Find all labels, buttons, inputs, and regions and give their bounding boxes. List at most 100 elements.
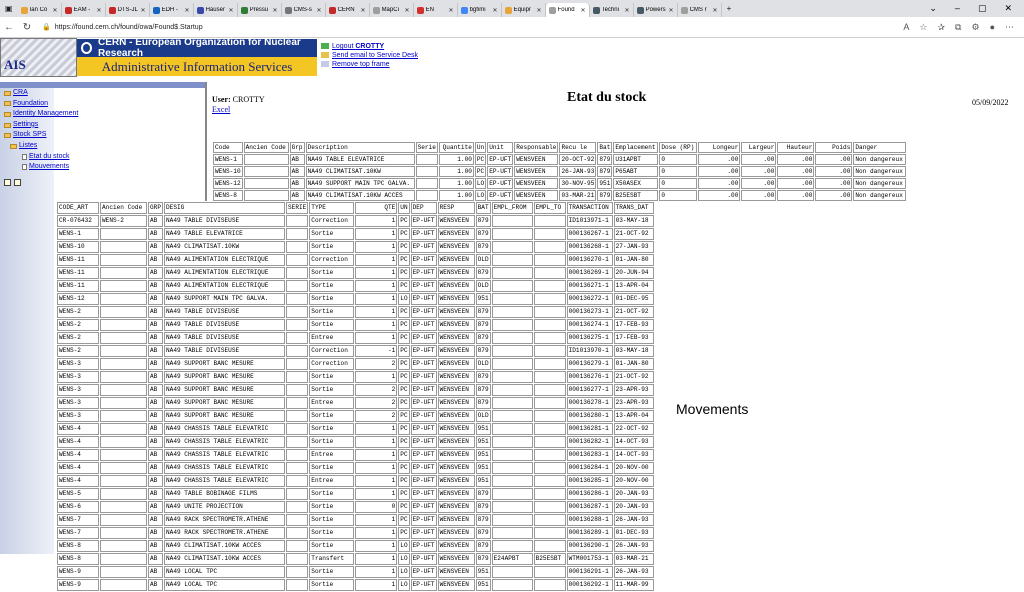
chevron-down-icon[interactable]: ⌄	[929, 3, 937, 14]
favorites-icon[interactable]: ✰	[938, 22, 946, 33]
tree-link-foundation[interactable]: Foundation	[13, 99, 48, 110]
column-header: EMPL_FROM	[491, 202, 533, 214]
browser-tab[interactable]: EN ✕	[414, 3, 458, 17]
table-cell: Sortie	[309, 527, 355, 539]
browser-tab[interactable]: Ian Co ✕	[18, 3, 62, 17]
tree-item-mouvements[interactable]: Mouvements	[4, 162, 78, 173]
browser-tab[interactable]: MapCi ✕	[370, 3, 414, 17]
table-cell: LO	[398, 540, 410, 552]
tab-close-icon[interactable]: ✕	[361, 7, 366, 14]
browser-tab[interactable]: CERN ✕	[326, 3, 370, 17]
tree-link-cra[interactable]: CRA	[13, 88, 28, 99]
collapse-all-icon[interactable]	[14, 178, 21, 186]
profile-avatar[interactable]: ●	[990, 22, 995, 33]
tree-link-settings[interactable]: Settings	[13, 120, 38, 131]
extensions-icon[interactable]: ⚙	[971, 22, 979, 33]
table-cell: WENSVEEN	[437, 462, 475, 474]
column-header: Responsable	[514, 142, 559, 153]
tree-item-identity[interactable]: Identity Management	[4, 109, 78, 120]
url-field[interactable]: 🔒 https://found.cern.ch/found/owa/Found$…	[42, 23, 903, 32]
minimize-button[interactable]: –	[955, 3, 960, 14]
table-cell: 879	[475, 267, 491, 279]
tab-close-icon[interactable]: ✕	[713, 7, 718, 14]
browser-tab[interactable]: Hauser ✕	[194, 3, 238, 17]
tab-close-icon[interactable]: ✕	[537, 7, 542, 14]
tree-item-stock[interactable]: Stock SPS	[4, 130, 78, 141]
new-tab-button[interactable]: +	[722, 4, 737, 13]
tab-label: Pressu	[249, 7, 269, 13]
table-cell: NA49 CHASSIS TABLE ELEVATRIC	[164, 436, 285, 448]
remove-frame-link[interactable]: Remove top frame	[321, 60, 418, 69]
table-cell: AB	[148, 462, 163, 474]
browser-tab[interactable]: Techni ✕	[590, 3, 634, 17]
table-cell: WENS-8	[57, 540, 99, 552]
reload-button[interactable]: ↻	[18, 22, 36, 33]
table-cell: Sortie	[309, 488, 355, 500]
browser-tab[interactable]: DTS-JL ✕	[106, 3, 150, 17]
table-cell: .00	[698, 178, 741, 189]
tab-close-icon[interactable]: ✕	[405, 7, 410, 14]
tree-item-settings[interactable]: Settings	[4, 120, 78, 131]
browser-tab[interactable]: Powers ✕	[634, 3, 678, 17]
table-cell: NA49 SUPPORT BANC MESURE	[164, 371, 285, 383]
tree-link-etat[interactable]: Etat du stock	[29, 152, 69, 163]
table-cell	[491, 475, 533, 487]
service-desk-link[interactable]: Send email to Service Desk	[321, 51, 418, 60]
back-button[interactable]: ←	[0, 22, 18, 33]
tree-link-mouvements[interactable]: Mouvements	[29, 162, 69, 173]
tab-close-icon[interactable]: ✕	[273, 7, 278, 14]
browser-tab[interactable]: Pressu ✕	[238, 3, 282, 17]
tree-item-cra[interactable]: CRA	[4, 88, 78, 99]
tab-close-icon[interactable]: ✕	[141, 7, 146, 14]
tab-close-icon[interactable]: ✕	[581, 7, 586, 14]
tab-close-icon[interactable]: ✕	[97, 7, 102, 14]
table-cell: 1	[355, 540, 398, 552]
table-cell: 000136289-1	[566, 527, 613, 539]
browser-tab[interactable]: EAM - ✕	[62, 3, 106, 17]
collections-icon[interactable]: ⧉	[955, 22, 961, 33]
table-cell: 000136288-1	[566, 514, 613, 526]
maximize-button[interactable]: ▢	[978, 3, 987, 14]
tree-item-foundation[interactable]: Foundation	[4, 99, 78, 110]
window-menu-icon[interactable]: ▣	[0, 4, 18, 13]
logout-link[interactable]: Logout CROTTY	[321, 42, 418, 51]
tab-close-icon[interactable]: ✕	[317, 7, 322, 14]
read-aloud-icon[interactable]: A	[903, 22, 909, 33]
tab-close-icon[interactable]: ✕	[669, 7, 674, 14]
table-cell: 26-JAN-93	[613, 540, 654, 552]
table-row: WENS-7 AB NA49 RACK SPECTROMETR.ATHENE Sort…	[57, 514, 654, 526]
tree-link-listes[interactable]: Listes	[19, 141, 37, 152]
tab-close-icon[interactable]: ✕	[229, 7, 234, 14]
tree-link-stock[interactable]: Stock SPS	[13, 130, 46, 141]
table-cell	[286, 436, 309, 448]
browser-tab[interactable]: Equipr ✕	[502, 3, 546, 17]
more-menu-icon[interactable]: ⋯	[1005, 22, 1014, 33]
table-cell: 000136278-1	[566, 397, 613, 409]
table-cell: OLD	[475, 358, 491, 370]
tab-close-icon[interactable]: ✕	[625, 7, 630, 14]
tree-item-etat[interactable]: Etat du stock	[4, 152, 78, 163]
tree-link-identity[interactable]: Identity Management	[13, 109, 78, 120]
table-cell	[100, 540, 147, 552]
browser-tab[interactable]: bgfimi ✕	[458, 3, 502, 17]
browser-tab[interactable]: CMS r ✕	[678, 3, 722, 17]
close-window-button[interactable]: ✕	[1004, 3, 1012, 14]
tab-close-icon[interactable]: ✕	[53, 7, 58, 14]
favorite-star-icon[interactable]: ☆	[919, 22, 927, 33]
table-cell	[491, 579, 533, 591]
table-cell: 879	[597, 166, 613, 177]
table-cell: 879	[475, 527, 491, 539]
browser-tab[interactable]: CMS-s ✕	[282, 3, 326, 17]
table-cell	[533, 319, 566, 331]
tree-item-listes[interactable]: Listes	[4, 141, 78, 152]
tab-close-icon[interactable]: ✕	[185, 7, 190, 14]
expand-all-icon[interactable]	[4, 178, 11, 186]
table-cell: EP-UFT	[410, 332, 437, 344]
browser-tab[interactable]: Found ✕	[545, 3, 590, 17]
movements-table: CODE_ART Ancien Code GRP DESIG SERIE TYPE QTE U…	[56, 201, 655, 592]
excel-link[interactable]: Excel	[212, 105, 265, 114]
browser-tab[interactable]: EDH - ✕	[150, 3, 194, 17]
tab-close-icon[interactable]: ✕	[493, 7, 498, 14]
tab-close-icon[interactable]: ✕	[449, 7, 454, 14]
table-cell	[533, 449, 566, 461]
